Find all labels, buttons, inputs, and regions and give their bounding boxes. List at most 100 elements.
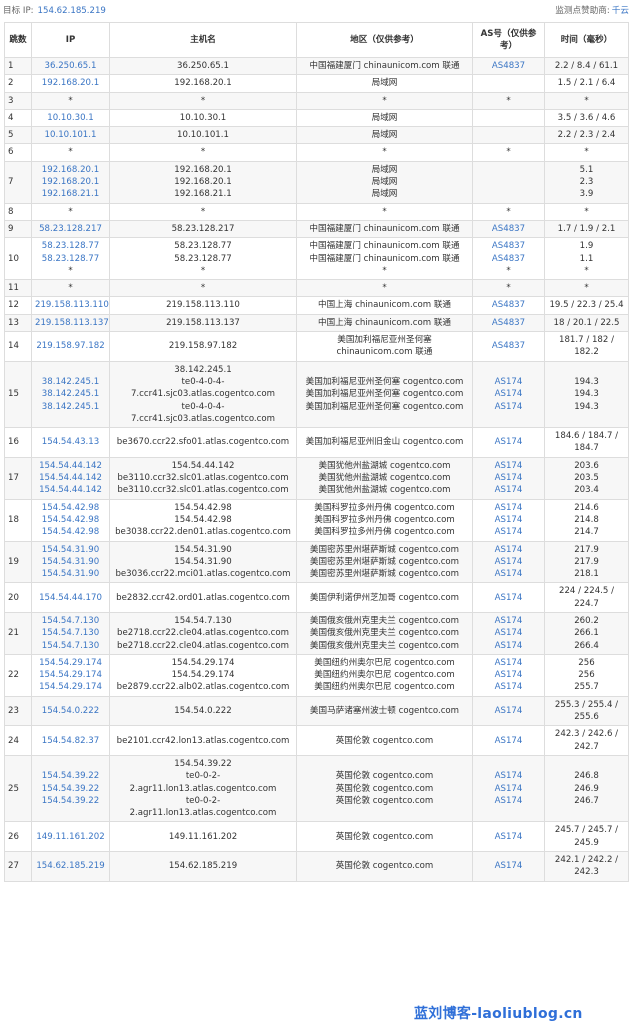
as-link[interactable]: AS174	[476, 705, 541, 717]
ip-link[interactable]: 58.23.128.77	[35, 253, 106, 265]
as-link[interactable]: AS174	[476, 568, 541, 580]
as-link[interactable]: AS174	[476, 831, 541, 843]
location: 英国伦敦 cogentco.com	[335, 831, 434, 842]
location: 美国纽约州奥尔巴尼 cogentco.com	[314, 670, 455, 681]
as-link[interactable]: AS174	[476, 657, 541, 669]
as-link[interactable]: AS174	[476, 514, 541, 526]
as-link[interactable]: AS174	[476, 436, 541, 448]
ip-link[interactable]: 154.54.43.13	[35, 436, 106, 448]
as-link[interactable]: AS4837	[476, 240, 541, 252]
location: 美国伊利诺伊州芝加哥 cogentco.com	[309, 592, 460, 603]
ip-link[interactable]: 154.54.31.90	[35, 556, 106, 568]
ip-link[interactable]: 154.54.31.90	[35, 568, 106, 580]
as-link[interactable]: AS174	[476, 526, 541, 538]
as-link[interactable]: AS174	[476, 484, 541, 496]
as-link[interactable]: AS174	[476, 544, 541, 556]
location-cell: *	[296, 279, 473, 298]
ip-link[interactable]: 38.142.245.1	[35, 376, 106, 388]
as-link[interactable]: AS4837	[476, 253, 541, 265]
ip-link[interactable]: 192.168.20.1	[35, 77, 106, 89]
ip-link[interactable]: 149.11.161.202	[35, 831, 106, 843]
ip-link[interactable]: 192.168.20.1	[35, 164, 106, 176]
as-link[interactable]: AS174	[476, 388, 541, 400]
ip-link[interactable]: 154.54.42.98	[35, 514, 106, 526]
as-link[interactable]: AS4837	[476, 340, 541, 352]
latency-cell: 184.6 / 184.7 / 184.7	[544, 427, 629, 458]
latency-cell: 214.6 214.8 214.7	[544, 498, 629, 542]
as-link[interactable]: AS4837	[476, 223, 541, 235]
ip-link[interactable]: 192.168.21.1	[35, 188, 106, 200]
ip-link[interactable]: 58.23.128.77	[35, 240, 106, 252]
as-link[interactable]: AS174	[476, 592, 541, 604]
ip-link[interactable]: 219.158.113.137	[35, 317, 109, 329]
as-link[interactable]: AS4837	[476, 317, 541, 329]
ip-link[interactable]: 154.54.44.142	[35, 484, 106, 496]
ip-link[interactable]: 154.54.29.174	[35, 681, 106, 693]
ip-link[interactable]: 154.54.42.98	[35, 502, 106, 514]
table-row: 26 149.11.161.202 149.11.161.202 英国伦敦 cogen…	[4, 821, 629, 853]
ip-link[interactable]: 154.54.29.174	[35, 669, 106, 681]
ip-link[interactable]: 192.168.20.1	[35, 176, 106, 188]
target-ip[interactable]: 154.62.185.219	[38, 6, 106, 16]
latency: 19.5 / 22.3 / 25.4	[549, 300, 624, 311]
latency: 218.1	[574, 569, 599, 580]
as-link[interactable]: AS4837	[476, 299, 541, 311]
as-link[interactable]: AS174	[476, 556, 541, 568]
as-link[interactable]: AS174	[476, 783, 541, 795]
ip-link[interactable]: 38.142.245.1	[35, 401, 106, 413]
as-link[interactable]: AS174	[476, 795, 541, 807]
as-link[interactable]: AS174	[476, 472, 541, 484]
as-link[interactable]: AS174	[476, 669, 541, 681]
location: 美国密苏里州堪萨斯城 cogentco.com	[309, 544, 460, 555]
ip-link[interactable]: 154.54.0.222	[35, 705, 106, 717]
hostname: 10.10.101.1	[177, 130, 229, 141]
ip-link[interactable]: 154.54.44.142	[35, 460, 106, 472]
ip-link[interactable]: 36.250.65.1	[35, 60, 106, 72]
ip-link[interactable]: 154.54.31.90	[35, 544, 106, 556]
location-cell: 美国密苏里州堪萨斯城 cogentco.com 美国密苏里州堪萨斯城 cogent…	[296, 540, 473, 584]
hostname: be2101.ccr42.lon13.atlas.cogentco.com	[116, 735, 290, 746]
ip-link[interactable]: 38.142.245.1	[35, 388, 106, 400]
as-link[interactable]: AS174	[476, 627, 541, 639]
hostname: te0-4-0-4-7.ccr41.sjc03.atlas.cogentco.c…	[130, 376, 276, 400]
ip-link[interactable]: 154.54.39.22	[35, 783, 106, 795]
as-link[interactable]: AS174	[476, 860, 541, 872]
hop-number: 6	[4, 143, 32, 162]
as-link[interactable]: AS174	[476, 401, 541, 413]
ip-link-cell: 219.158.113.110	[31, 296, 110, 315]
ip-link[interactable]: 154.54.44.142	[35, 472, 106, 484]
ip-link[interactable]: 154.54.82.37	[35, 735, 106, 747]
location: 美国密苏里州堪萨斯城 cogentco.com	[309, 556, 460, 567]
ip-link[interactable]: 10.10.30.1	[35, 112, 106, 124]
ip-link[interactable]: 154.54.39.22	[35, 795, 106, 807]
ip-link[interactable]: 154.54.7.130	[35, 615, 106, 627]
ip-link[interactable]: 58.23.128.217	[35, 223, 106, 235]
ip-link-cell: 219.158.113.137	[31, 313, 110, 333]
ip-link[interactable]: 219.158.97.182	[35, 340, 106, 352]
latency-cell: *	[544, 143, 629, 162]
location: *	[382, 265, 387, 276]
as-link[interactable]: AS174	[476, 681, 541, 693]
ip-link[interactable]: 154.54.29.174	[35, 657, 106, 669]
hostname: 154.54.29.174	[171, 670, 235, 681]
as-link[interactable]: AS174	[476, 376, 541, 388]
target-info: 目标 IP: 154.62.185.219	[3, 4, 106, 16]
ip-link[interactable]: 154.62.185.219	[35, 860, 106, 872]
ip-link[interactable]: 154.54.44.170	[35, 592, 106, 604]
as-link[interactable]: AS174	[476, 640, 541, 652]
sponsor-link[interactable]: 千云	[612, 6, 629, 16]
ip-link[interactable]: 154.54.7.130	[35, 640, 106, 652]
ip-link: *	[68, 265, 73, 276]
ip-link[interactable]: 154.54.7.130	[35, 627, 106, 639]
latency: 214.8	[574, 514, 599, 525]
as-link[interactable]: AS4837	[476, 60, 541, 72]
as-link[interactable]: AS174	[476, 460, 541, 472]
ip-link[interactable]: 219.158.113.110	[35, 299, 109, 311]
as-link[interactable]: AS174	[476, 615, 541, 627]
as-link[interactable]: AS174	[476, 735, 541, 747]
ip-link[interactable]: 154.54.39.22	[35, 770, 106, 782]
as-link[interactable]: AS174	[476, 502, 541, 514]
ip-link[interactable]: 154.54.42.98	[35, 526, 106, 538]
ip-link[interactable]: 10.10.101.1	[35, 129, 106, 141]
as-link[interactable]: AS174	[476, 770, 541, 782]
